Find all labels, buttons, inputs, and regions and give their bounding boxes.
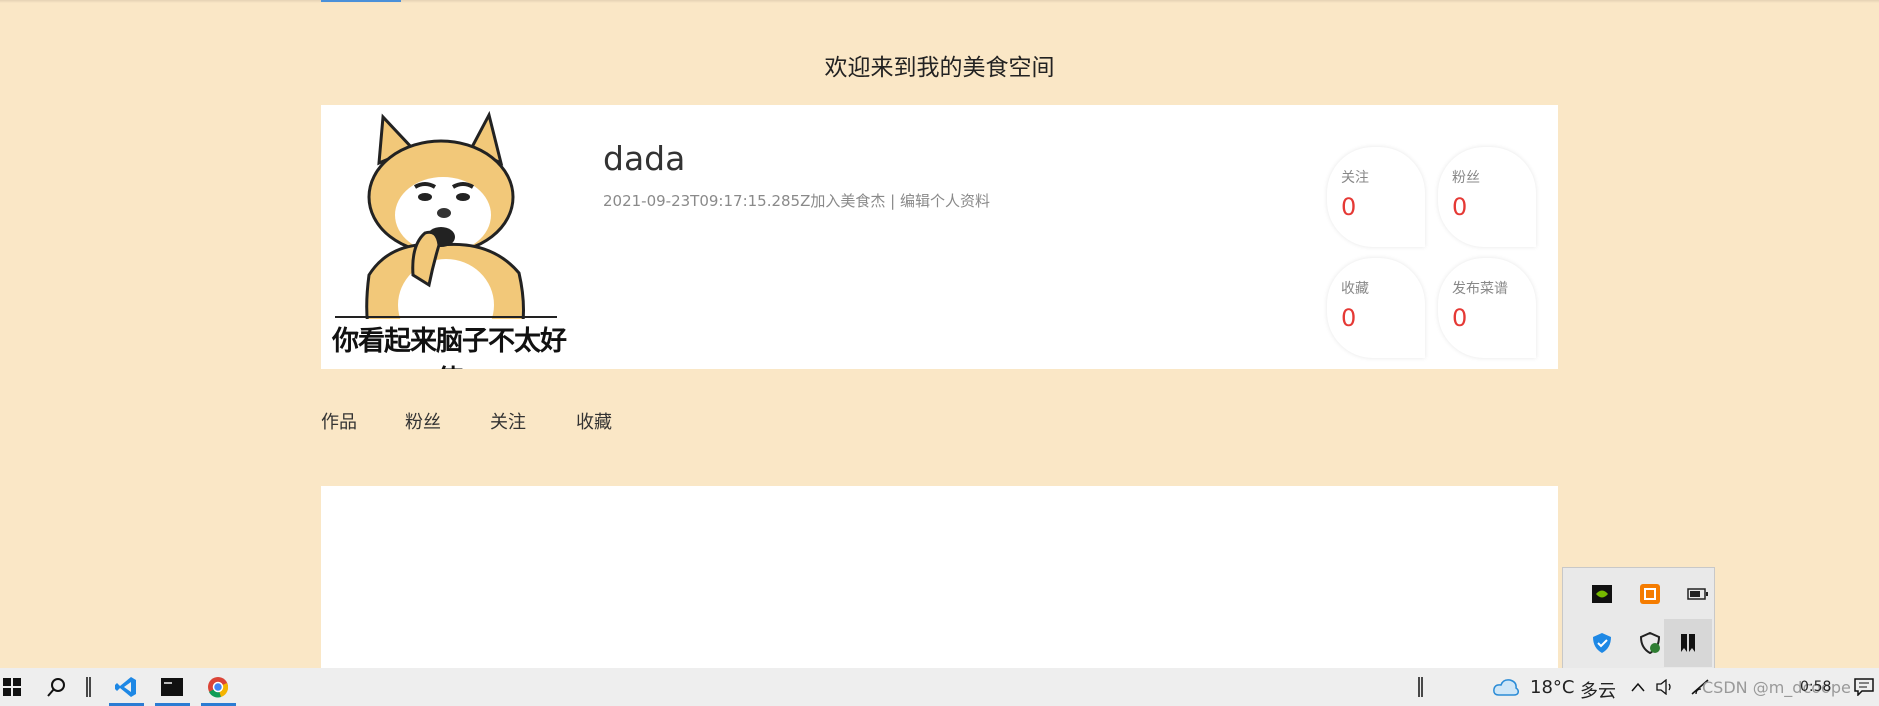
content-panel (321, 486, 1558, 668)
tray-overflow-popup (1562, 567, 1715, 670)
stat-value: 0 (1452, 304, 1468, 332)
stat-label: 关注 (1341, 170, 1369, 186)
avatar[interactable]: 你看起来脑子不太好使 (321, 105, 577, 369)
tab-works[interactable]: 作品 (321, 408, 357, 434)
weather-text[interactable]: 多云 (1580, 677, 1616, 703)
clock-time[interactable]: 0:58 (1800, 679, 1831, 695)
tray-divider-icon (1416, 668, 1426, 706)
meta-separator: | (885, 192, 900, 210)
chevron-up-icon[interactable] (1628, 668, 1648, 706)
chrome-icon[interactable] (200, 668, 236, 706)
battery-icon[interactable] (1683, 579, 1713, 609)
stat-following[interactable]: 关注 0 (1327, 147, 1425, 247)
profile-card: 你看起来脑子不太好使 dada 2021-09-23T09:17:15.285Z… (321, 105, 1558, 369)
stat-favorites[interactable]: 收藏 0 (1327, 258, 1425, 358)
notification-icon[interactable] (1852, 668, 1876, 706)
volume-icon[interactable] (1654, 668, 1676, 706)
bookmark-icon[interactable] (1664, 619, 1712, 667)
weather-temp[interactable]: 18°C (1530, 677, 1574, 698)
app-orange-icon[interactable] (1635, 579, 1665, 609)
page-title: 欢迎来到我的美食空间 (824, 55, 1055, 81)
stat-published-recipes[interactable]: 发布菜谱 0 (1438, 258, 1536, 358)
stat-value: 0 (1341, 193, 1357, 221)
edit-profile-link[interactable]: 编辑个人资料 (900, 192, 990, 210)
join-date: 2021-09-23T09:17:15.285Z加入美食杰 (603, 192, 886, 210)
stat-label: 收藏 (1341, 281, 1369, 297)
stat-label: 发布菜谱 (1452, 281, 1508, 297)
top-shadow (0, 0, 1879, 3)
taskbar: 18°C 多云 CSDN @m_dcoope 0:58 (0, 668, 1879, 706)
tab-favorites[interactable]: 收藏 (576, 408, 612, 434)
cloud-weather-icon[interactable] (1492, 668, 1520, 706)
search-icon[interactable] (42, 668, 70, 706)
shield-blue-icon[interactable] (1587, 628, 1617, 658)
stat-label: 粉丝 (1452, 170, 1480, 186)
header-active-indicator (321, 0, 401, 2)
stat-followers[interactable]: 粉丝 0 (1438, 147, 1536, 247)
terminal-icon[interactable] (154, 668, 190, 706)
stat-value: 0 (1452, 193, 1468, 221)
tab-followers[interactable]: 粉丝 (405, 408, 441, 434)
avatar-caption: 你看起来脑子不太好使 (332, 326, 567, 369)
task-view-divider-icon (84, 668, 94, 706)
security-icon[interactable] (1635, 628, 1665, 658)
start-icon[interactable] (0, 668, 24, 706)
nvidia-icon[interactable] (1587, 579, 1617, 609)
tab-following[interactable]: 关注 (490, 408, 526, 434)
user-meta: 2021-09-23T09:17:15.285Z加入美食杰 | 编辑个人资料 (603, 190, 990, 211)
user-name: dada (603, 139, 686, 178)
stat-value: 0 (1341, 304, 1357, 332)
vscode-icon[interactable] (108, 668, 144, 706)
